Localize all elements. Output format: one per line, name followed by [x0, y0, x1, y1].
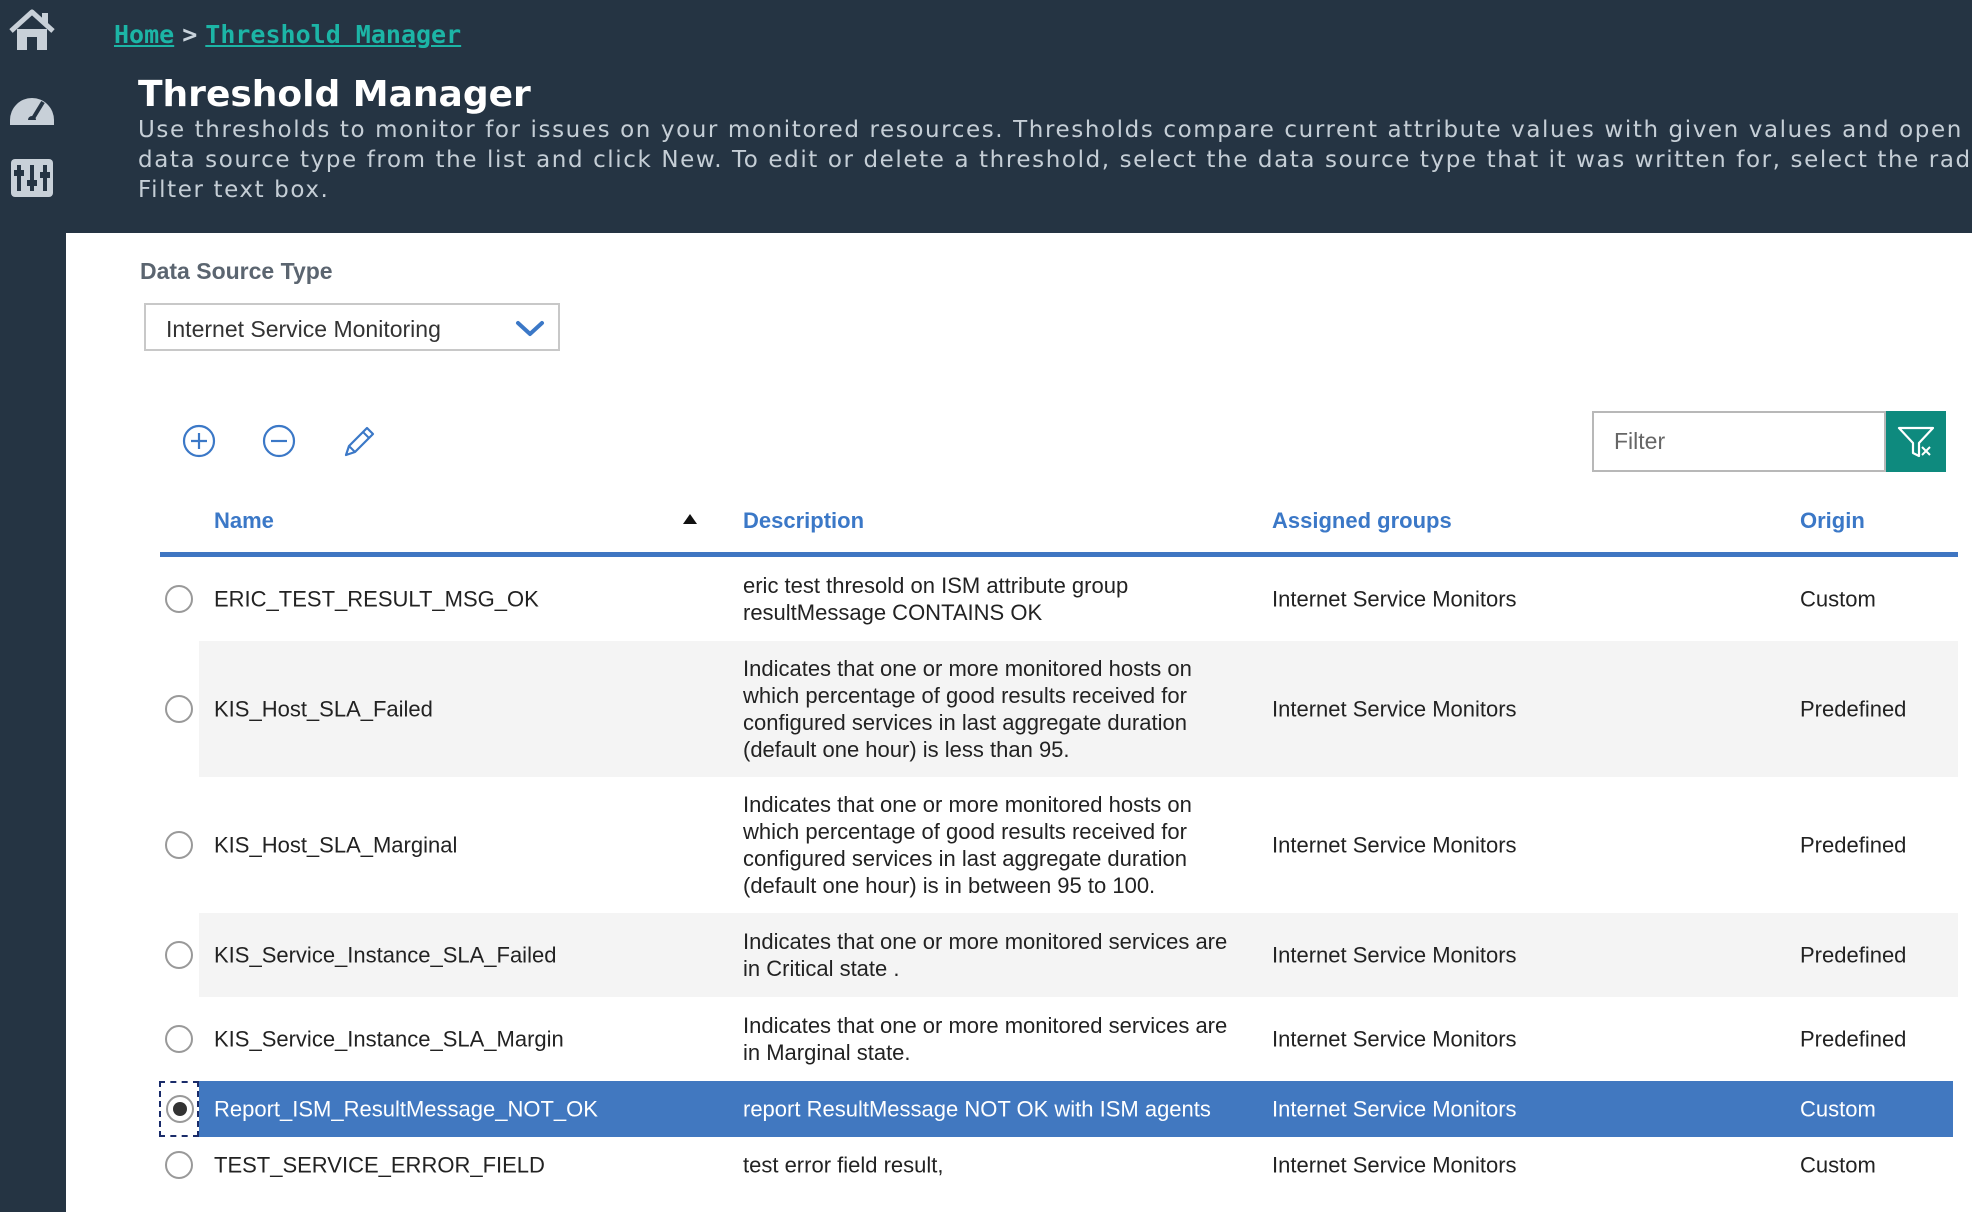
- description-line: which percentage of good results receive…: [743, 819, 1187, 844]
- table-row[interactable]: KIS_Service_Instance_SLA_Margin Indicate…: [160, 997, 1958, 1081]
- row-radio[interactable]: [165, 585, 193, 613]
- home-icon[interactable]: [6, 4, 58, 56]
- threshold-assigned-group: Internet Service Monitors: [1272, 696, 1517, 722]
- threshold-assigned-group: Internet Service Monitors: [1272, 1026, 1517, 1052]
- breadcrumb-separator: >: [182, 20, 198, 49]
- column-header-origin[interactable]: Origin: [1800, 508, 1865, 534]
- description-line: Indicates that one or more monitored hos…: [743, 792, 1192, 817]
- threshold-name: KIS_Service_Instance_SLA_Margin: [214, 1026, 564, 1052]
- description-line: eric test thresold on ISM attribute grou…: [743, 573, 1129, 598]
- page-description: Use thresholds to monitor for issues on …: [138, 115, 1972, 205]
- threshold-origin: Predefined: [1800, 942, 1907, 968]
- description-line: which percentage of good results receive…: [743, 683, 1187, 708]
- threshold-origin: Custom: [1800, 1096, 1876, 1122]
- edit-icon: [344, 426, 375, 457]
- breadcrumb: Home > Threshold Manager: [114, 20, 461, 49]
- table-row[interactable]: KIS_Host_SLA_Failed Indicates that one o…: [165, 641, 1958, 777]
- table-row[interactable]: TEST_SERVICE_ERROR_FIELD test error fiel…: [160, 1137, 1958, 1193]
- column-header-assigned-groups[interactable]: Assigned groups: [1272, 508, 1452, 534]
- threshold-description: test error field result,: [743, 1152, 1263, 1179]
- add-icon: [182, 424, 216, 458]
- description-line: Indicates that one or more monitored ser…: [743, 1013, 1228, 1038]
- side-rail: [0, 0, 66, 1212]
- row-radio[interactable]: [165, 831, 193, 859]
- row-radio[interactable]: [165, 695, 193, 723]
- description-line: in Critical state .: [743, 956, 900, 981]
- row-radio-selected[interactable]: [166, 1095, 194, 1123]
- table-row[interactable]: KIS_Service_Instance_SLA_Failed Indicate…: [165, 913, 1958, 997]
- remove-icon: [262, 424, 296, 458]
- description-line: (default one hour) is in between 95 to 1…: [743, 873, 1156, 898]
- threshold-description: Indicates that one or more monitored ser…: [743, 928, 1263, 982]
- chevron-down-icon: [514, 319, 546, 344]
- threshold-assigned-group: Internet Service Monitors: [1272, 586, 1517, 612]
- description-line: configured services in last aggregate du…: [743, 846, 1187, 871]
- filter-button[interactable]: [1886, 411, 1946, 472]
- filter-box: [1592, 411, 1886, 472]
- threshold-origin: Predefined: [1800, 832, 1907, 858]
- threshold-origin: Predefined: [1800, 696, 1907, 722]
- thresholds-table: Name Description Assigned groups Origin …: [159, 492, 1958, 1193]
- threshold-origin: Custom: [1800, 1152, 1876, 1178]
- description-line: report ResultMessage NOT OK with ISM age…: [743, 1096, 1211, 1122]
- threshold-description: Indicates that one or more monitored hos…: [743, 655, 1263, 763]
- row-radio[interactable]: [165, 941, 193, 969]
- threshold-description: report ResultMessage NOT OK with ISM age…: [743, 1096, 1263, 1123]
- data-source-type-select[interactable]: Internet Service Monitoring: [144, 303, 560, 351]
- threshold-name: TEST_SERVICE_ERROR_FIELD: [214, 1152, 545, 1178]
- threshold-name: KIS_Host_SLA_Marginal: [214, 832, 458, 858]
- table-row[interactable]: ERIC_TEST_RESULT_MSG_OK eric test threso…: [160, 557, 1958, 641]
- table-header: Name Description Assigned groups Origin: [160, 492, 1958, 557]
- page-description-line: Use thresholds to monitor for issues on …: [138, 117, 1972, 143]
- description-line: resultMessage CONTAINS OK: [743, 600, 1043, 625]
- threshold-assigned-group: Internet Service Monitors: [1272, 832, 1517, 858]
- threshold-assigned-group: Internet Service Monitors: [1272, 1152, 1517, 1178]
- radio-dot: [173, 1102, 187, 1116]
- add-threshold-button[interactable]: [180, 422, 218, 460]
- data-source-type-value: Internet Service Monitoring: [166, 316, 441, 342]
- row-radio[interactable]: [165, 1025, 193, 1053]
- threshold-name: KIS_Service_Instance_SLA_Failed: [214, 942, 557, 968]
- page-title: Threshold Manager: [138, 74, 531, 115]
- description-line: Indicates that one or more monitored ser…: [743, 929, 1228, 954]
- data-source-type-label: Data Source Type: [140, 258, 333, 284]
- threshold-manager-icon[interactable]: [6, 152, 58, 204]
- sort-ascending-icon[interactable]: [682, 512, 698, 530]
- dashboard-gauge-icon[interactable]: [6, 80, 58, 132]
- column-header-name[interactable]: Name: [214, 508, 274, 534]
- page-header: Home > Threshold Manager Threshold Manager…: [66, 0, 1972, 233]
- description-line: in Marginal state.: [743, 1040, 911, 1065]
- threshold-origin: Custom: [1800, 586, 1876, 612]
- row-radio[interactable]: [165, 1151, 193, 1179]
- description-line: (default one hour) is less than 95.: [743, 737, 1070, 762]
- threshold-name: Report_ISM_ResultMessage_NOT_OK: [214, 1096, 598, 1122]
- threshold-description: Indicates that one or more monitored hos…: [743, 791, 1263, 899]
- description-line: Indicates that one or more monitored hos…: [743, 656, 1192, 681]
- description-line: test error field result,: [743, 1152, 944, 1178]
- threshold-name: KIS_Host_SLA_Failed: [214, 696, 433, 722]
- table-row-selected[interactable]: Report_ISM_ResultMessage_NOT_OK report R…: [159, 1081, 1958, 1137]
- threshold-description: eric test thresold on ISM attribute grou…: [743, 572, 1263, 626]
- description-line: configured services in last aggregate du…: [743, 710, 1187, 735]
- threshold-description: Indicates that one or more monitored ser…: [743, 1012, 1263, 1066]
- filter-input[interactable]: [1594, 413, 1884, 470]
- breadcrumb-threshold-manager-link[interactable]: Threshold Manager: [205, 20, 461, 49]
- delete-threshold-button[interactable]: [260, 422, 298, 460]
- threshold-assigned-group: Internet Service Monitors: [1272, 1096, 1517, 1122]
- table-row[interactable]: KIS_Host_SLA_Marginal Indicates that one…: [160, 777, 1958, 913]
- threshold-origin: Predefined: [1800, 1026, 1907, 1052]
- page-description-line: data source type from the list and click…: [138, 147, 1972, 173]
- breadcrumb-home-link[interactable]: Home: [114, 20, 174, 49]
- edit-threshold-button[interactable]: [340, 422, 378, 460]
- column-header-description[interactable]: Description: [743, 508, 864, 534]
- filter-icon: [1897, 426, 1935, 458]
- threshold-assigned-group: Internet Service Monitors: [1272, 942, 1517, 968]
- threshold-name: ERIC_TEST_RESULT_MSG_OK: [214, 586, 539, 612]
- page-description-line: Filter text box.: [138, 177, 330, 203]
